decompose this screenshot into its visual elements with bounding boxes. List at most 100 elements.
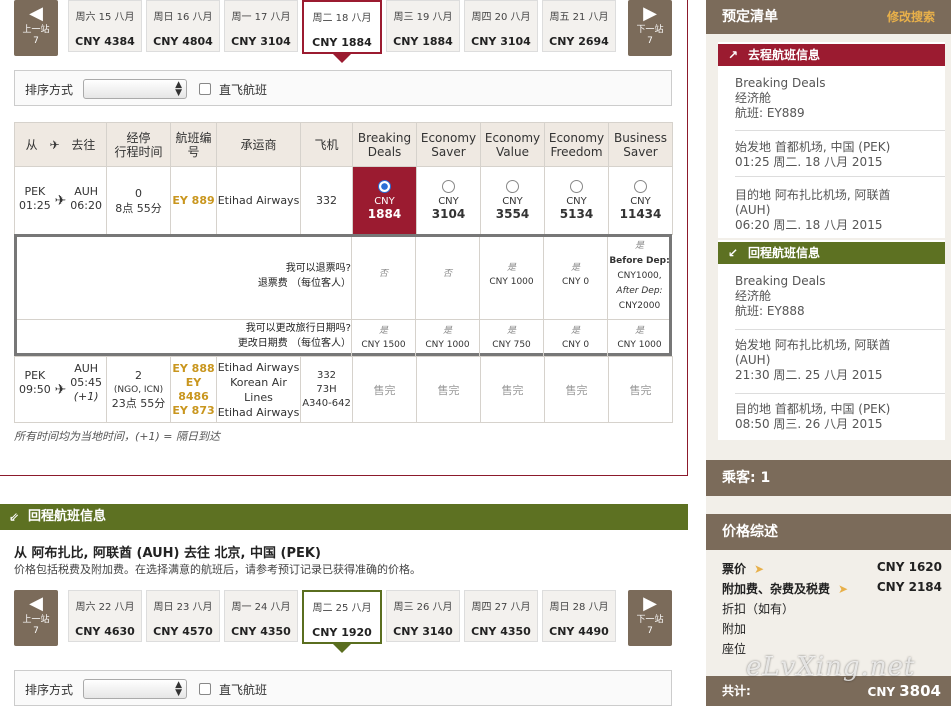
- change-rule: 是 CNY 1500: [351, 320, 415, 356]
- date-option[interactable]: 周日 28 八月 CNY 4490: [542, 590, 616, 642]
- plane-icon: ✈: [49, 138, 60, 152]
- arrow-down-left-icon: ⇙: [9, 510, 20, 524]
- change-question: 我可以更改旅行日期吗? 更改日期费 （每位客人）: [237, 323, 351, 349]
- sold-out: 售完: [352, 356, 417, 423]
- change-rule: 是 CNY 1000: [607, 320, 671, 356]
- triangle-right-icon[interactable]: ➤: [838, 582, 848, 596]
- flight-number[interactable]: EY 888 EY 8486 EY 873: [170, 356, 217, 423]
- next-week-button[interactable]: ▶ 下一站 7: [628, 0, 672, 56]
- fare-option[interactable]: CNY 3554: [480, 166, 545, 235]
- sort-bar: 排序方式 ▲ ▼ 直飞航班: [14, 70, 672, 106]
- change-rule: 是 CNY 0: [543, 320, 607, 356]
- header-fare-business-saver: Business Saver: [608, 122, 673, 167]
- route-cell: PEK 01:25 ✈ AUH 06:20: [14, 166, 107, 235]
- header-carrier: 承运商: [216, 122, 301, 167]
- return-route-title: 从 阿布扎比, 阿联酋 (AUH) 去往 北京, 中国 (PEK): [14, 546, 321, 561]
- outbound-fare-info: Breaking Deals 经济舱 航班: EY889: [735, 76, 826, 120]
- fare-radio[interactable]: [506, 180, 519, 193]
- date-option[interactable]: 周六 15 八月 CNY 4384: [68, 0, 142, 52]
- fare-option-selected[interactable]: CNY 1884: [352, 166, 417, 235]
- return-sort-bar: 排序方式 ▲ ▼ 直飞航班: [14, 670, 672, 706]
- modify-search-link[interactable]: 修改搜索: [887, 10, 935, 24]
- tax-price-row: 附加费、杂费及税费 ➤ CNY 2184: [722, 580, 942, 596]
- date-option[interactable]: 周日 23 八月 CNY 4570: [146, 590, 220, 642]
- booking-summary-sidebar: 预定清单 修改搜索 ↗ 去程航班信息 Breaking Deals 经济舱 航班: E…: [706, 0, 951, 706]
- date-option[interactable]: 周日 16 八月 CNY 4804: [146, 0, 220, 52]
- chevron-right-icon: ▶: [643, 3, 657, 24]
- watermark: eLvXing.net: [746, 652, 916, 682]
- chevron-left-icon: ◀: [29, 593, 43, 614]
- carrier: Etihad Airways Korean Air Lines Etihad Airw…: [216, 356, 301, 423]
- direct-flight-checkbox[interactable]: [199, 683, 211, 695]
- flight-number[interactable]: EY 889: [170, 166, 217, 235]
- aircraft: 332 73H A340-642: [300, 356, 353, 423]
- summary-header: 预定清单 修改搜索: [706, 0, 951, 34]
- sold-out: 售完: [480, 356, 545, 423]
- refund-question: 我可以退票吗? 退票费 （每位客人）: [257, 263, 351, 289]
- date-option-selected[interactable]: 周二 18 八月 CNY 1884: [302, 0, 382, 54]
- extra-row: 附加: [722, 622, 747, 636]
- header-fare-economy-value: Economy Value: [480, 122, 545, 167]
- change-rule: 是 CNY 750: [479, 320, 543, 356]
- prev-week-button[interactable]: ◀ 上一站 7: [14, 0, 58, 56]
- header-from-to: 从 ✈ 去往: [14, 122, 107, 167]
- return-departure: 始发地 阿布扎比机场, 阿联酋 (AUH) 21:30 周二. 25 八月 2015: [735, 338, 891, 382]
- fare-option[interactable]: CNY 5134: [544, 166, 609, 235]
- time-note: 所有时间均为当地时间，(+1) = 隔日到达: [14, 430, 221, 443]
- fare-radio[interactable]: [570, 180, 583, 193]
- return-fare-info: Breaking Deals 经济舱 航班: EY888: [735, 274, 826, 318]
- fare-radio[interactable]: [442, 180, 455, 193]
- date-option[interactable]: 周四 20 八月 CNY 3104: [464, 0, 538, 52]
- divider: [735, 130, 945, 131]
- divider: [735, 329, 945, 330]
- price-summary-header: 价格综述: [706, 514, 951, 550]
- divider: [735, 176, 945, 177]
- outbound-summary-bar: ↗ 去程航班信息: [718, 44, 945, 66]
- next-week-button[interactable]: ▶ 下一站 7: [628, 590, 672, 646]
- date-option-selected[interactable]: 周二 25 八月 CNY 1920: [302, 590, 382, 644]
- header-fare-breaking-deals: Breaking Deals: [352, 122, 417, 167]
- date-option[interactable]: 周三 26 八月 CNY 3140: [386, 590, 460, 642]
- divider: [735, 393, 945, 394]
- table-row: PEK 09:50 ✈ AUH 05:45 (+1) 2 (NGO, ICN) 23点 5…: [14, 356, 673, 423]
- return-arrival: 目的地 首都机场, 中国 (PEK) 08:50 周三. 26 八月 2015: [735, 402, 891, 431]
- date-option[interactable]: 周一 17 八月 CNY 3104: [224, 0, 298, 52]
- direct-flight-checkbox[interactable]: [199, 83, 211, 95]
- header-fare-economy-freedom: Economy Freedom: [544, 122, 609, 167]
- sold-out: 售完: [544, 356, 609, 423]
- fare-rules-box: 我可以退票吗? 退票费 （每位客人） 我可以更改旅行日期吗? 更改日期费 （每位客人…: [14, 234, 672, 356]
- fare-price-row: 票价 ➤ CNY 1620: [722, 560, 942, 576]
- return-summary-bar: ↙ 回程航班信息: [718, 242, 945, 264]
- date-option[interactable]: 周一 24 八月 CNY 4350: [224, 590, 298, 642]
- return-price-note: 价格包括税费及附加费。在选择满意的航班后，请参考预订记录已获得准确的价格。: [14, 563, 421, 576]
- prev-week-button[interactable]: ◀ 上一站 7: [14, 590, 58, 646]
- route-cell: PEK 09:50 ✈ AUH 05:45 (+1): [14, 356, 107, 423]
- date-option[interactable]: 周三 19 八月 CNY 1884: [386, 0, 460, 52]
- date-option[interactable]: 周四 27 八月 CNY 4350: [464, 590, 538, 642]
- selected-caret: [333, 644, 351, 653]
- fare-option[interactable]: CNY 3104: [416, 166, 481, 235]
- plane-icon: ✈: [54, 192, 67, 209]
- select-arrows-icon: ▲ ▼: [175, 680, 182, 698]
- chevron-right-icon: ▶: [643, 593, 657, 614]
- selected-caret: [333, 54, 351, 63]
- outbound-departure: 始发地 首都机场, 中国 (PEK) 01:25 周二. 18 八月 2015: [735, 140, 891, 169]
- header-stops-duration: 经停 行程时间: [106, 122, 171, 167]
- return-section-header: ⇙ 回程航班信息: [0, 504, 688, 530]
- sort-select[interactable]: ▲ ▼: [83, 679, 187, 699]
- refund-rule: 是 Before Dep: CNY1000, After Dep: CNY2000: [607, 237, 671, 319]
- triangle-right-icon[interactable]: ➤: [754, 562, 764, 576]
- stops-cell: 0 8点 55分: [106, 166, 171, 235]
- table-header: 从 ✈ 去往 经停 行程时间 航班编号 承运商 飞机 Breaking Deals …: [14, 122, 673, 167]
- date-option[interactable]: 周六 22 八月 CNY 4630: [68, 590, 142, 642]
- arrow-up-right-icon: ↗: [728, 48, 739, 62]
- header-aircraft: 飞机: [300, 122, 353, 167]
- fare-radio[interactable]: [378, 180, 391, 193]
- date-option[interactable]: 周五 21 八月 CNY 2694: [542, 0, 616, 52]
- refund-rule: 是 CNY 1000: [479, 237, 543, 319]
- fare-option[interactable]: CNY 11434: [608, 166, 673, 235]
- sold-out: 售完: [416, 356, 481, 423]
- fare-radio[interactable]: [634, 180, 647, 193]
- sort-select[interactable]: ▲ ▼: [83, 79, 187, 99]
- table-row: PEK 01:25 ✈ AUH 06:20 0 8点 55分 EY 889 Etiha…: [14, 166, 673, 235]
